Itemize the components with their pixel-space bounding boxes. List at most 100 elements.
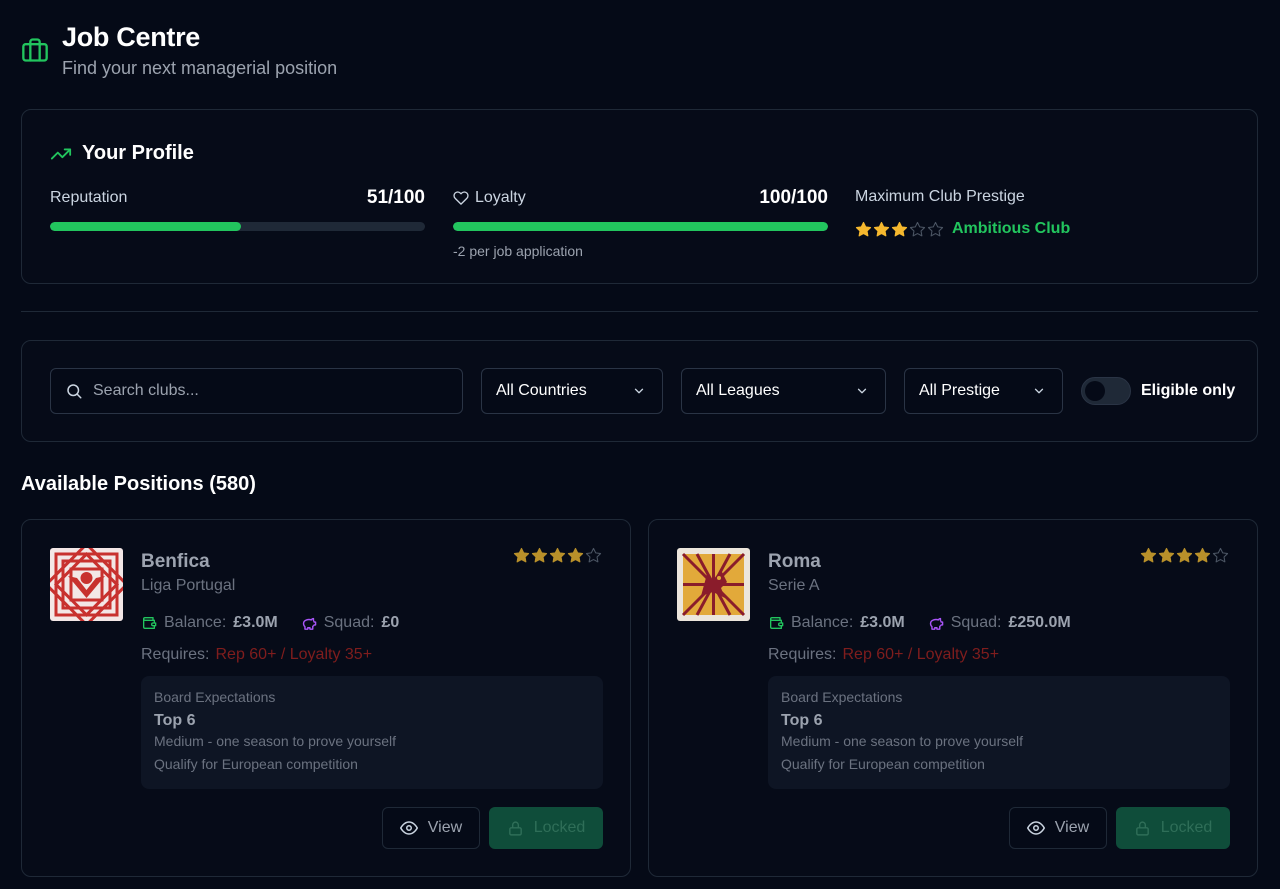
view-label: View: [1054, 819, 1090, 836]
club-crest-benfica: [50, 548, 123, 621]
max-prestige-label: Maximum Club Prestige: [855, 188, 1025, 205]
briefcase-icon: [22, 38, 48, 62]
requires-label: Requires:: [768, 646, 837, 663]
view-button[interactable]: View: [382, 807, 480, 849]
star-icon: [1176, 547, 1193, 563]
club-league: Serie A: [768, 577, 820, 594]
loyalty-bar-fill: [453, 222, 828, 231]
requires-value: Rep 60+ / Loyalty 35+: [842, 646, 1000, 663]
chevron-down-icon: [1034, 388, 1044, 394]
club-card[interactable]: Roma Serie A Balance: £3.0M Squad: £250.…: [648, 519, 1258, 877]
country-select-value: All Countries: [496, 382, 587, 399]
profile-card: Your Profile Reputation 51/100 Loyalty 1…: [21, 109, 1258, 284]
filters-bar: All Countries All Leagues All Prestige E…: [21, 340, 1258, 442]
balance-value: £3.0M: [860, 614, 905, 631]
prestige-select-value: All Prestige: [919, 382, 1000, 399]
country-select[interactable]: All Countries: [481, 368, 663, 414]
star-icon: [549, 547, 566, 563]
eye-icon: [1026, 821, 1045, 835]
club-name: Roma: [768, 551, 821, 572]
squad-value: £250.0M: [1008, 614, 1071, 631]
club-finances: Balance: £3.0M Squad: £0: [141, 614, 421, 632]
squad-value: £0: [381, 614, 400, 631]
league-select[interactable]: All Leagues: [681, 368, 886, 414]
reputation-label: Reputation: [50, 189, 128, 206]
eye-icon: [399, 821, 418, 835]
board-target: Top 6: [154, 712, 196, 729]
balance-label: Balance:: [791, 614, 854, 631]
star-icon: [567, 547, 584, 563]
balance-value: £3.0M: [233, 614, 278, 631]
star-icon: [855, 221, 872, 236]
wallet-icon: [143, 617, 157, 629]
search-icon: [67, 384, 82, 399]
prestige-stars: [855, 221, 944, 238]
prestige-tier: Ambitious Club: [952, 220, 1071, 237]
page-title: Job Centre: [62, 22, 201, 52]
star-icon: [531, 547, 548, 563]
board-expectations: Board Expectations Top 6 Medium - one se…: [141, 676, 603, 789]
balance-label: Balance:: [164, 614, 227, 631]
divider: [21, 311, 1258, 312]
star-icon: [1212, 547, 1229, 563]
star-icon: [909, 221, 926, 236]
star-icon: [1158, 547, 1175, 563]
profile-title: Your Profile: [50, 142, 194, 165]
reputation-bar-fill: [50, 222, 242, 231]
reputation-stat: Reputation 51/100: [50, 187, 425, 231]
search-box[interactable]: [50, 368, 463, 414]
locked-label: Locked: [533, 819, 586, 836]
prestige-select[interactable]: All Prestige: [904, 368, 1063, 414]
heart-icon: [453, 191, 469, 205]
piggy-bank-icon: [929, 617, 944, 630]
eligible-only-label: Eligible only: [1141, 382, 1236, 399]
piggy-bank-icon: [302, 617, 317, 630]
club-card[interactable]: Benfica Liga Portugal Balance: £3.0M Squ…: [21, 519, 631, 877]
board-goal: Qualify for European competition: [781, 756, 985, 772]
locked-button[interactable]: Locked: [489, 807, 603, 849]
trending-up-icon: [50, 148, 72, 159]
star-icon: [891, 221, 908, 236]
board-description: Medium - one season to prove yourself: [781, 733, 1024, 749]
board-target: Top 6: [781, 712, 823, 729]
board-expectations: Board Expectations Top 6 Medium - one se…: [768, 676, 1230, 789]
lock-icon: [1135, 820, 1149, 836]
lock-icon: [508, 820, 522, 836]
locked-button[interactable]: Locked: [1116, 807, 1230, 849]
requirements: Requires: Rep 60+ / Loyalty 35+: [768, 646, 999, 664]
star-icon: [873, 221, 890, 236]
club-prestige-stars: [1140, 547, 1229, 564]
search-input[interactable]: [93, 382, 433, 400]
club-prestige-stars: [513, 547, 602, 564]
view-label: View: [427, 819, 463, 836]
star-icon: [927, 221, 944, 236]
eligible-only-toggle[interactable]: Eligible only: [1081, 377, 1235, 405]
reputation-value: 51/100: [366, 187, 425, 208]
league-select-value: All Leagues: [696, 382, 780, 399]
loyalty-stat: Loyalty 100/100 -2 per job application: [453, 187, 828, 259]
profile-title-text: Your Profile: [82, 142, 194, 164]
club-name: Benfica: [141, 551, 210, 572]
requires-label: Requires:: [141, 646, 210, 663]
loyalty-bar: [453, 222, 828, 231]
star-icon: [585, 547, 602, 563]
requirements: Requires: Rep 60+ / Loyalty 35+: [141, 646, 372, 664]
board-goal: Qualify for European competition: [154, 756, 358, 772]
board-description: Medium - one season to prove yourself: [154, 733, 397, 749]
star-icon: [513, 547, 530, 563]
eligible-toggle-switch[interactable]: [1081, 377, 1131, 405]
loyalty-label: Loyalty: [475, 189, 526, 206]
view-button[interactable]: View: [1009, 807, 1107, 849]
locked-label: Locked: [1160, 819, 1213, 836]
club-league: Liga Portugal: [141, 577, 236, 594]
reputation-bar: [50, 222, 425, 231]
board-label: Board Expectations: [154, 689, 276, 705]
chevron-down-icon: [634, 388, 644, 394]
available-positions-title: Available Positions (580): [21, 473, 256, 495]
club-finances: Balance: £3.0M Squad: £250.0M: [768, 614, 1093, 632]
club-crest-roma: [677, 548, 750, 621]
squad-label: Squad:: [323, 614, 375, 631]
loyalty-label-wrap: Loyalty: [453, 189, 526, 207]
max-prestige: Maximum Club Prestige Ambitious Club: [855, 188, 1070, 238]
wallet-icon: [770, 617, 784, 629]
